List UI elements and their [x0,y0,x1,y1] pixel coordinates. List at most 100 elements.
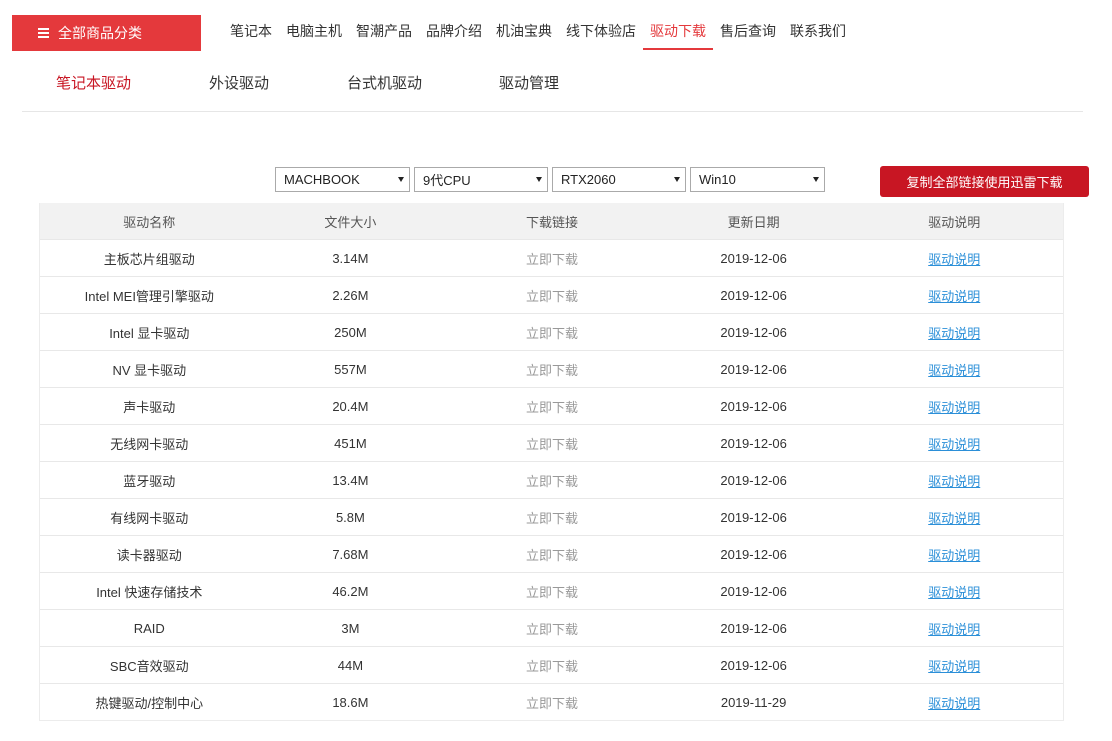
update-date-cell: 2019-12-06 [662,510,846,525]
download-link[interactable]: 立即下载 [526,659,578,674]
all-categories-button[interactable]: 全部商品分类 [12,15,201,51]
driver-name: 声卡驱动 [123,399,176,415]
update-date-cell: 2019-12-06 [662,473,846,488]
column-header-size: 文件大小 [324,214,377,230]
file-size: 5.8M [335,509,365,525]
description-link[interactable]: 驱动说明 [928,252,980,267]
nav-item[interactable]: 线下体验店 [559,20,643,50]
download-link[interactable]: 立即下载 [526,548,578,563]
description-link[interactable]: 驱动说明 [928,659,980,674]
dropdown-arrow-icon [536,177,542,182]
description-link[interactable]: 驱动说明 [928,400,980,415]
file-size-cell: 20.4M [259,399,443,414]
nav-item[interactable]: 品牌介绍 [419,20,489,50]
nav-item[interactable]: 机油宝典 [489,20,559,50]
description-link[interactable]: 驱动说明 [928,363,980,378]
os-select[interactable]: Win10 [690,167,825,192]
driver-name-cell: Intel MEI管理引擎驱动 [40,286,259,305]
driver-name: Intel 显卡驱动 [109,325,190,341]
file-size: 3M [341,620,360,636]
driver-name-cell: NV 显卡驱动 [40,360,259,379]
description-link[interactable]: 驱动说明 [928,474,980,489]
os-select-value: Win10 [699,172,736,187]
download-link-cell: 立即下载 [442,508,662,527]
description-link[interactable]: 驱动说明 [928,548,980,563]
main-nav: 笔记本 电脑主机 智潮产品 品牌介绍 机油宝典 线下体验店 驱动下载 售后查询 联系我们 [223,20,853,50]
update-date: 2019-12-06 [720,287,787,303]
download-link-cell: 立即下载 [442,323,662,342]
subtab[interactable]: 外设驱动 [209,72,269,93]
model-select[interactable]: MACHBOOK [275,167,410,192]
description-link[interactable]: 驱动说明 [928,437,980,452]
cpu-select-value: 9代CPU [423,173,471,188]
file-size-cell: 18.6M [259,695,443,710]
file-size: 44M [337,657,364,673]
download-link-cell: 立即下载 [442,471,662,490]
gpu-select[interactable]: RTX2060 [552,167,686,192]
update-date-cell: 2019-11-29 [662,695,846,710]
dropdown-arrow-icon [813,177,819,182]
download-link[interactable]: 立即下载 [526,363,578,378]
nav-item[interactable]: 笔记本 [223,20,279,50]
table-row: Intel MEI管理引擎驱动 2.26M 立即下载 2019-12-06 驱动说明 [40,276,1063,313]
description-link-cell: 驱动说明 [845,693,1063,712]
description-link-cell: 驱动说明 [845,360,1063,379]
driver-name: Intel 快速存储技术 [96,584,203,600]
file-size-cell: 7.68M [259,547,443,562]
file-size: 7.68M [332,546,369,562]
download-all-button[interactable]: 复制全部链接使用迅雷下载 [880,166,1089,197]
download-link[interactable]: 立即下载 [526,622,578,637]
download-link[interactable]: 立即下载 [526,437,578,452]
description-link[interactable]: 驱动说明 [928,622,980,637]
description-link[interactable]: 驱动说明 [928,289,980,304]
download-link[interactable]: 立即下载 [526,696,578,711]
description-link-cell: 驱动说明 [845,434,1063,453]
download-link-cell: 立即下载 [442,249,662,268]
driver-name: 蓝牙驱动 [123,473,176,489]
description-link[interactable]: 驱动说明 [928,696,980,711]
description-link[interactable]: 驱动说明 [928,585,980,600]
column-header-date: 更新日期 [727,214,780,230]
driver-name-cell: 读卡器驱动 [40,545,259,564]
table-row: 读卡器驱动 7.68M 立即下载 2019-12-06 驱动说明 [40,535,1063,572]
driver-name-cell: Intel 快速存储技术 [40,582,259,601]
column-header-name: 驱动名称 [123,214,176,230]
nav-item[interactable]: 联系我们 [783,20,853,50]
update-date: 2019-12-06 [720,546,787,562]
subtab[interactable]: 笔记本驱动 [56,72,131,93]
driver-name: 读卡器驱动 [116,547,182,563]
download-link[interactable]: 立即下载 [526,289,578,304]
file-size: 13.4M [332,472,369,488]
update-date: 2019-12-06 [720,250,787,266]
download-link-cell: 立即下载 [442,619,662,638]
download-link-cell: 立即下载 [442,545,662,564]
file-size-cell: 250M [259,325,443,340]
update-date-cell: 2019-12-06 [662,621,846,636]
download-link[interactable]: 立即下载 [526,400,578,415]
driver-name-cell: 蓝牙驱动 [40,471,259,490]
description-link-cell: 驱动说明 [845,656,1063,675]
driver-category-tabs: 笔记本驱动 外设驱动 台式机驱动 驱动管理 [22,66,1083,112]
nav-item[interactable]: 智潮产品 [349,20,419,50]
cpu-select[interactable]: 9代CPU [414,167,548,192]
driver-table: 驱动名称 文件大小 下载链接 更新日期 驱动说明 主板芯片组驱动 3.14M 立即下… [39,203,1064,721]
subtab[interactable]: 台式机驱动 [347,72,422,93]
file-size: 2.26M [332,287,369,303]
update-date: 2019-12-06 [720,361,787,377]
driver-name-cell: 声卡驱动 [40,397,259,416]
download-link[interactable]: 立即下载 [526,511,578,526]
file-size: 46.2M [332,583,369,599]
nav-item[interactable]: 驱动下载 [643,20,713,50]
file-size: 3.14M [332,250,369,266]
download-link-cell: 立即下载 [442,286,662,305]
nav-item[interactable]: 电脑主机 [279,20,349,50]
download-link[interactable]: 立即下载 [526,252,578,267]
description-link[interactable]: 驱动说明 [928,511,980,526]
download-link[interactable]: 立即下载 [526,474,578,489]
download-link[interactable]: 立即下载 [526,585,578,600]
download-link[interactable]: 立即下载 [526,326,578,341]
description-link[interactable]: 驱动说明 [928,326,980,341]
nav-item[interactable]: 售后查询 [713,20,783,50]
driver-name: Intel MEI管理引擎驱动 [84,288,214,304]
subtab[interactable]: 驱动管理 [499,72,559,93]
